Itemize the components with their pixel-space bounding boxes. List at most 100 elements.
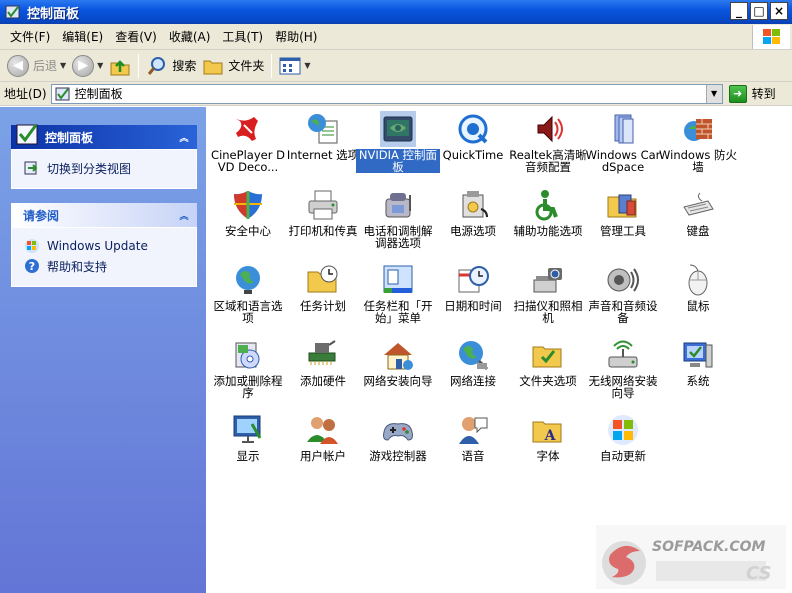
menu-help[interactable]: 帮助(H) [269, 26, 323, 48]
collapse-icon[interactable]: ︽ [177, 130, 191, 144]
cp-item-sounds-audio[interactable]: 声音和音频设备 [581, 262, 665, 324]
windows-logo-icon [605, 412, 641, 448]
power-icon [455, 187, 491, 223]
cp-item-printers-faxes[interactable]: 打印机和传真 [281, 187, 365, 237]
chevron-down-icon[interactable]: ▼ [304, 61, 310, 70]
chevron-down-icon[interactable]: ▼ [60, 61, 66, 70]
cp-item-keyboard[interactable]: 键盘 [656, 187, 740, 237]
cp-item-speech[interactable]: 语音 [431, 412, 515, 462]
cp-item-phone-modem[interactable]: 电话和调制解调器选项 [356, 187, 440, 249]
title-bar[interactable]: 控制面板 _ □ × [0, 0, 792, 24]
cp-item-regional-language[interactable]: 区域和语言选项 [206, 262, 290, 324]
cp-item-fonts[interactable]: A 字体 [506, 412, 590, 462]
globe-icon [230, 262, 266, 298]
cp-item-windows-cardspace[interactable]: Windows CardSpace [581, 111, 665, 173]
menu-tools[interactable]: 工具(T) [216, 26, 269, 48]
admin-tools-icon [605, 187, 641, 223]
forward-button[interactable]: ▶ ▼ [69, 52, 106, 80]
cp-item-display[interactable]: 显示 [206, 412, 290, 462]
minimize-button[interactable]: _ [730, 2, 748, 20]
cp-item-windows-firewall[interactable]: Windows 防火墙 [656, 111, 740, 173]
cp-item-mouse[interactable]: 鼠标 [656, 262, 740, 312]
address-dropdown-button[interactable]: ▼ [705, 84, 722, 103]
cp-item-label: 添加或删除程序 [213, 374, 283, 400]
cp-item-system[interactable]: 系统 [656, 337, 740, 387]
control-panel-task-box: 控制面板 ︽ 切换到分类视图 [11, 124, 197, 189]
cp-item-label: 区域和语言选项 [213, 299, 283, 325]
menu-view[interactable]: 查看(V) [109, 26, 163, 48]
cp-item-folder-options[interactable]: 文件夹选项 [506, 337, 590, 387]
shield-icon [230, 187, 266, 223]
control-panel-icon [55, 87, 70, 100]
accessibility-icon [530, 187, 566, 223]
watermark-logo: SOFPACK.COM CS [596, 525, 786, 589]
cp-item-label: 系统 [686, 374, 710, 388]
back-arrow-icon: ◀ [7, 54, 29, 77]
nvidia-icon [380, 111, 416, 147]
close-button[interactable]: × [770, 2, 788, 20]
fonts-folder-icon: A [530, 412, 566, 448]
cp-item-network-setup-wizard[interactable]: 网络安装向导 [356, 337, 440, 387]
cp-item-label: 任务栏和「开始」菜单 [363, 299, 433, 325]
cp-item-network-connections[interactable]: 网络连接 [431, 337, 515, 387]
cp-item-realtek-audio[interactable]: Realtek高清晰音频配置 [506, 111, 590, 173]
views-button[interactable]: ▼ [276, 52, 313, 80]
see-also-header[interactable]: 请参阅 ︽ [11, 203, 197, 227]
cp-item-scheduled-tasks[interactable]: 任务计划 [281, 262, 365, 312]
cp-item-add-remove-programs[interactable]: 添加或删除程序 [206, 337, 290, 399]
cp-item-wireless-setup-wizard[interactable]: 无线网络安装向导 [581, 337, 665, 399]
display-icon [230, 412, 266, 448]
menu-edit[interactable]: 编辑(E) [56, 26, 109, 48]
house-icon [380, 337, 416, 373]
cp-item-add-hardware[interactable]: 添加硬件 [281, 337, 365, 387]
views-icon [279, 57, 301, 74]
cp-item-label: Internet 选项 [286, 148, 360, 162]
cp-item-date-time[interactable]: 日期和时间 [431, 262, 515, 312]
printer-icon [305, 187, 341, 223]
gamepad-icon [380, 412, 416, 448]
toolbar-separator [138, 53, 140, 78]
cp-item-taskbar-start-menu[interactable]: 任务栏和「开始」菜单 [356, 262, 440, 324]
cp-item-power-options[interactable]: 电源选项 [431, 187, 515, 237]
cp-item-internet-options[interactable]: Internet 选项 [281, 111, 365, 161]
cp-item-user-accounts[interactable]: 用户帐户 [281, 412, 365, 462]
cp-item-label: 网络安装向导 [363, 374, 433, 388]
address-label: 地址(D) [4, 87, 47, 101]
address-input[interactable]: 控制面板 ▼ [50, 83, 723, 104]
cp-item-quicktime[interactable]: QuickTime [431, 111, 515, 161]
help-support-link[interactable]: ? 帮助和支持 [24, 256, 186, 276]
cp-item-label: 鼠标 [686, 299, 710, 313]
search-button[interactable]: 搜索 [143, 52, 199, 80]
cp-item-nvidia-control-panel[interactable]: NVIDIA 控制面板 [356, 111, 440, 174]
task-pane: 控制面板 ︽ 切换到分类视图 请参阅 ︽ Windows Update ? 帮助… [0, 107, 206, 593]
cp-item-label: NVIDIA 控制面板 [356, 149, 440, 173]
cp-item-security-center[interactable]: 安全中心 [206, 187, 290, 237]
cp-item-admin-tools[interactable]: 管理工具 [581, 187, 665, 237]
maximize-button[interactable]: □ [750, 2, 768, 20]
switch-to-category-view-link[interactable]: 切换到分类视图 [24, 158, 186, 178]
go-arrow-icon: ➜ [728, 84, 747, 103]
cp-item-game-controllers[interactable]: 游戏控制器 [356, 412, 440, 462]
go-button[interactable]: ➜ 转到 [728, 84, 776, 103]
menu-favorites[interactable]: 收藏(A) [163, 26, 217, 48]
control-panel-items: CinePlayer DVD Deco... Internet 选项 NVIDIA … [206, 107, 792, 593]
control-panel-icon [5, 4, 21, 20]
chevron-down-icon[interactable]: ▼ [97, 61, 103, 70]
control-panel-task-header[interactable]: 控制面板 ︽ [11, 124, 197, 149]
cp-item-label: QuickTime [442, 148, 504, 162]
cp-item-label: 显示 [236, 449, 260, 463]
folders-button[interactable]: 文件夹 [199, 52, 267, 80]
back-button[interactable]: ◀ 后退 ▼ [4, 52, 69, 80]
cp-item-cineplayer[interactable]: CinePlayer DVD Deco... [206, 111, 290, 173]
up-folder-button[interactable] [106, 52, 134, 80]
windows-update-link[interactable]: Windows Update [24, 236, 186, 256]
cp-item-scanners-cameras[interactable]: 扫描仪和照相机 [506, 262, 590, 324]
cp-item-automatic-updates[interactable]: 自动更新 [581, 412, 665, 462]
taskbar-icon [380, 262, 416, 298]
collapse-icon[interactable]: ︽ [177, 208, 191, 222]
cp-item-label: Windows 防火墙 [659, 148, 737, 174]
windows-logo-icon [752, 25, 790, 49]
menu-file[interactable]: 文件(F) [4, 26, 56, 48]
phone-icon [380, 187, 416, 223]
cp-item-accessibility[interactable]: 辅助功能选项 [506, 187, 590, 237]
